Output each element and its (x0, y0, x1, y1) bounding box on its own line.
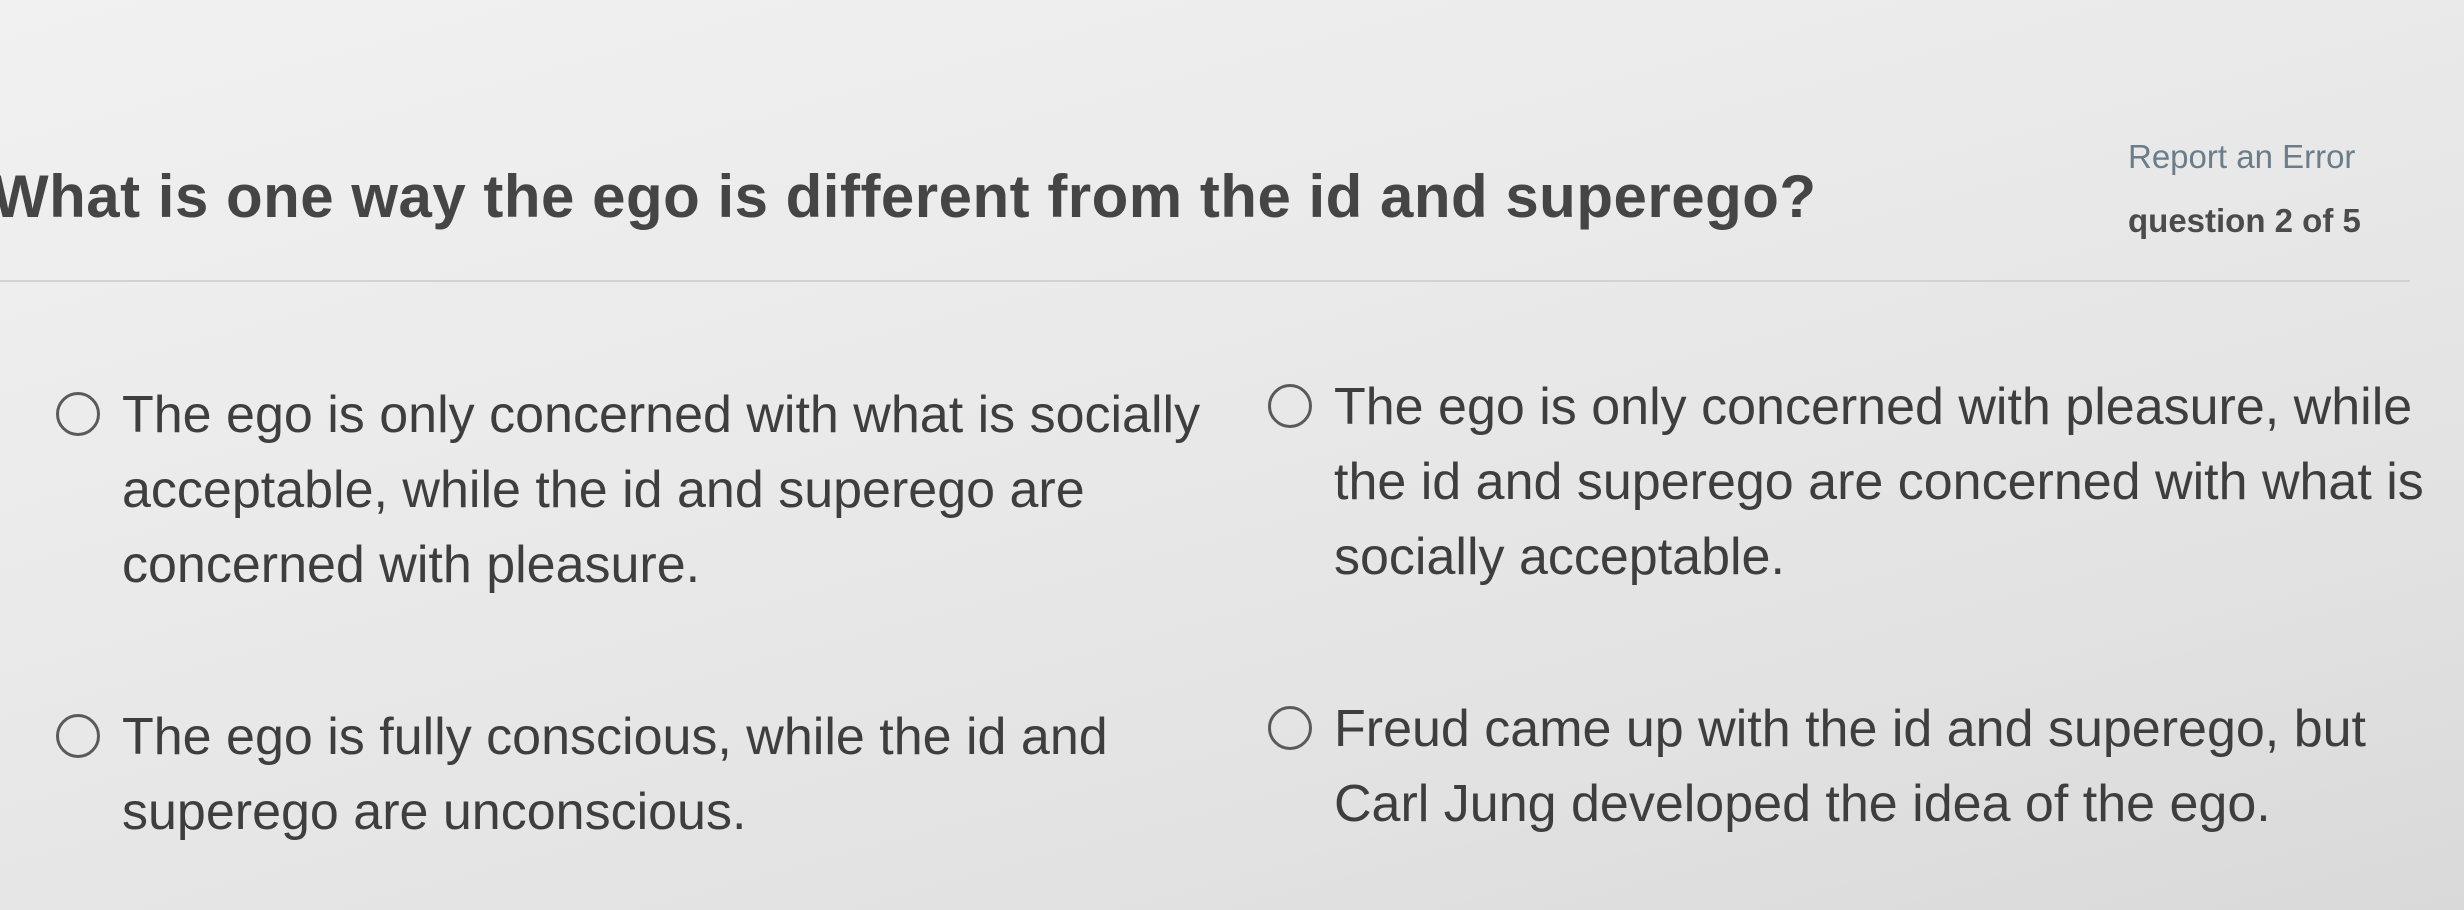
answer-option-3[interactable]: The ego is fully conscious, while the id… (56, 700, 1226, 850)
answer-options: The ego is only concerned with what is s… (0, 0, 2464, 910)
radio-button-icon[interactable] (1268, 384, 1312, 428)
answer-option-4[interactable]: Freud came up with the id and superego, … (1268, 692, 2448, 842)
answer-option-2[interactable]: The ego is only concerned with pleasure,… (1268, 370, 2448, 595)
answer-option-label: The ego is only concerned with what is s… (122, 386, 1201, 594)
radio-button-icon[interactable] (56, 714, 100, 758)
radio-button-icon[interactable] (56, 392, 100, 436)
answer-option-label: The ego is fully conscious, while the id… (122, 708, 1108, 841)
answer-option-label: Freud came up with the id and superego, … (1334, 700, 2366, 833)
answer-option-label: The ego is only concerned with pleasure,… (1334, 378, 2424, 586)
answer-option-1[interactable]: The ego is only concerned with what is s… (56, 378, 1226, 603)
radio-button-icon[interactable] (1268, 706, 1312, 750)
